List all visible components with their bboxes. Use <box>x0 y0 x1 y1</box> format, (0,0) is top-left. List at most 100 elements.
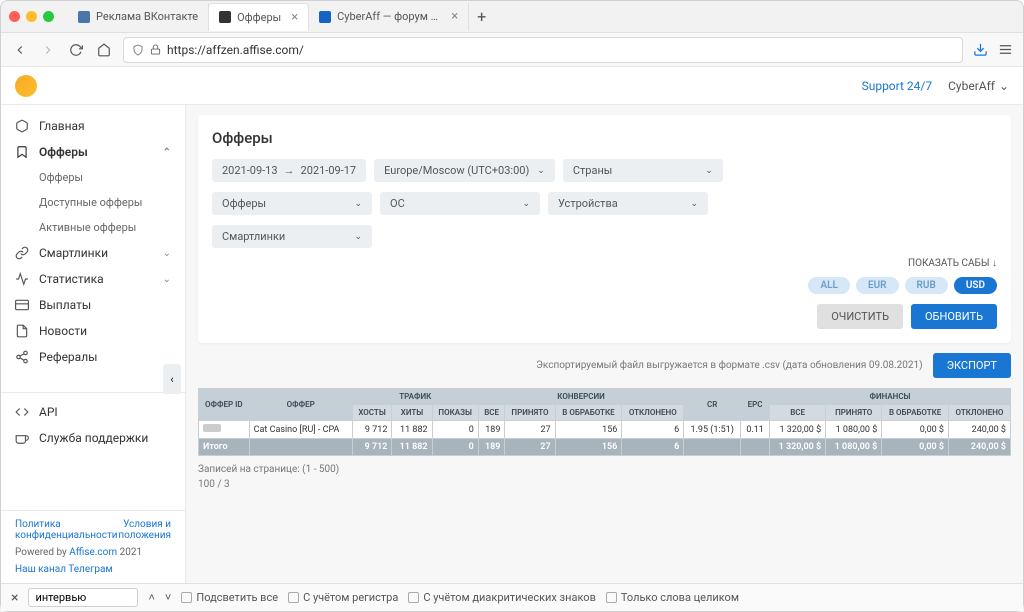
app-logo[interactable] <box>15 75 37 97</box>
sidebar-item-offers[interactable]: Офферы ⌃ <box>1 139 185 165</box>
show-subs-toggle[interactable]: ПОКАЗАТЬ САБЫ ↓ <box>212 258 997 269</box>
countries-filter[interactable]: Страны⌄ <box>563 159 723 182</box>
forward-button[interactable] <box>39 41 57 59</box>
chevron-up-icon: ⌃ <box>163 147 171 158</box>
sidebar-item-news[interactable]: Новости <box>1 318 185 344</box>
chevron-down-icon: ⌄ <box>522 199 530 209</box>
timezone-filter[interactable]: Europe/Moscow (UTC+03:00)⌄ <box>374 159 555 182</box>
affise-link[interactable]: Affise.com <box>69 547 117 558</box>
close-tab-icon[interactable]: × <box>291 10 298 25</box>
back-button[interactable] <box>11 41 29 59</box>
chevron-down-icon: ⌄ <box>163 248 171 259</box>
close-findbar-icon[interactable]: × <box>11 590 18 606</box>
table-row[interactable]: Cat Casino [RU] - CPA 9 712 11 882 0 189… <box>199 421 1011 439</box>
sidebar-scroll-indicator[interactable]: ‹ <box>163 364 181 394</box>
find-next-icon[interactable]: ˅ <box>165 591 171 604</box>
currency-eur[interactable]: EUR <box>856 277 899 294</box>
case-sensitive-check[interactable]: С учётом регистра <box>288 591 398 604</box>
user-name: CyberAff <box>948 79 995 93</box>
col-offer[interactable]: ОФФЕР <box>249 389 352 421</box>
find-prev-icon[interactable]: ˄ <box>148 591 154 604</box>
window-titlebar: Реклама ВКонтакте Офферы × CyberAff — фо… <box>1 1 1023 33</box>
url-text: https://affzen.affise.com/ <box>167 43 304 57</box>
window-controls[interactable] <box>9 11 54 22</box>
offers-filter[interactable]: Офферы⌄ <box>212 192 372 215</box>
sidebar-item-referrals[interactable]: Рефералы <box>1 344 185 370</box>
sidebar-label: Статистика <box>39 272 104 286</box>
currency-selector: ALL EUR RUB USD <box>212 277 997 294</box>
highlight-all-check[interactable]: Подсветить все <box>181 591 278 604</box>
reload-button[interactable] <box>67 41 85 59</box>
sidebar-sub-available[interactable]: Доступные офферы <box>1 190 185 215</box>
col-group-conversions: КОНВЕРСИИ <box>478 389 683 405</box>
sidebar-sub-offers[interactable]: Офферы <box>1 165 185 190</box>
favicon-vk <box>78 11 90 23</box>
col-offer-id[interactable]: ОФФЕР ID <box>199 389 250 421</box>
code-icon <box>15 405 29 419</box>
col-group-traffic: ТРАФИК <box>352 389 478 405</box>
support-link[interactable]: Support 24/7 <box>862 79 933 93</box>
smartlinks-filter[interactable]: Смартлинки⌄ <box>212 225 372 248</box>
currency-all[interactable]: ALL <box>808 277 850 294</box>
telegram-link[interactable]: Наш канал Телеграм <box>15 564 171 575</box>
add-tab-button[interactable]: + <box>469 7 494 26</box>
date-range-filter[interactable]: 2021-09-13 → 2021-09-17 <box>212 159 366 182</box>
menu-icon[interactable] <box>998 42 1013 57</box>
chevron-down-icon: ⌄ <box>354 232 362 242</box>
sidebar-item-smartlinks[interactable]: Смартлинки ⌄ <box>1 240 185 266</box>
sidebar-label: Служба поддержки <box>39 431 148 445</box>
refresh-button[interactable]: ОБНОВИТЬ <box>911 304 997 329</box>
close-window[interactable] <box>9 11 20 22</box>
terms-link[interactable]: Условия и положения <box>96 519 171 541</box>
sidebar-label: Новости <box>39 324 87 338</box>
maximize-window[interactable] <box>43 11 54 22</box>
chevron-down-icon: ⌄ <box>354 199 362 209</box>
tab-cyberaff[interactable]: CyberAff — форум о гемблинг × <box>309 3 469 31</box>
arrow-right-icon: → <box>284 164 295 177</box>
sidebar-item-stats[interactable]: Статистика ⌄ <box>1 266 185 292</box>
sidebar-sub-active[interactable]: Активные офферы <box>1 215 185 240</box>
export-note: Экспортируемый файл выгружается в формат… <box>536 360 922 371</box>
tab-offers[interactable]: Офферы × <box>209 3 309 31</box>
sidebar-item-home[interactable]: Главная <box>1 113 185 139</box>
sidebar: Главная Офферы ⌃ Офферы Доступные офферы… <box>1 105 186 583</box>
share-icon <box>15 350 29 364</box>
sidebar-item-support[interactable]: Служба поддержки <box>1 425 185 451</box>
col-group-finances: ФИНАНСЫ <box>770 389 1011 405</box>
main-content: Офферы 2021-09-13 → 2021-09-17 Europe/Mo… <box>186 105 1023 583</box>
os-filter[interactable]: ОС⌄ <box>380 192 540 215</box>
minimize-window[interactable] <box>26 11 37 22</box>
sidebar-label: Главная <box>39 119 85 133</box>
col-epc[interactable]: EPC <box>741 389 770 421</box>
export-button[interactable]: ЭКСПОРТ <box>933 353 1011 378</box>
col-cr[interactable]: CR <box>684 389 741 421</box>
home-button[interactable] <box>95 41 113 59</box>
tab-vk[interactable]: Реклама ВКонтакте <box>68 3 209 31</box>
coffee-icon <box>15 431 29 445</box>
currency-usd[interactable]: USD <box>954 277 997 294</box>
privacy-link[interactable]: Политика конфиденциальности <box>15 519 90 541</box>
doc-icon <box>15 324 29 338</box>
user-menu[interactable]: CyberAff ⌄ <box>948 79 1009 93</box>
url-bar[interactable]: https://affzen.affise.com/ <box>123 37 963 63</box>
page-size[interactable]: 100 <box>198 479 215 490</box>
sidebar-item-payouts[interactable]: Выплаты <box>1 292 185 318</box>
sidebar-item-api[interactable]: API <box>1 399 185 425</box>
devices-filter[interactable]: Устройства⌄ <box>548 192 708 215</box>
page-title: Офферы <box>212 129 997 147</box>
find-input[interactable] <box>28 588 138 607</box>
sidebar-label: API <box>39 405 58 419</box>
sidebar-label: Рефералы <box>39 350 97 364</box>
whole-words-check[interactable]: Только слова целиком <box>606 591 739 604</box>
chevron-down-icon: ⌄ <box>999 79 1009 93</box>
tab-label: Реклама ВКонтакте <box>96 10 198 23</box>
tab-label: Офферы <box>237 11 281 24</box>
close-tab-icon[interactable]: × <box>451 9 458 24</box>
currency-rub[interactable]: RUB <box>905 277 948 294</box>
clear-button[interactable]: ОЧИСТИТЬ <box>817 304 903 329</box>
shield-icon <box>132 44 144 56</box>
download-icon[interactable] <box>973 42 988 57</box>
sidebar-label: Доступные офферы <box>39 196 142 209</box>
bookmark-icon <box>15 145 29 159</box>
diacritics-check[interactable]: С учётом диакритических знаков <box>408 591 596 604</box>
